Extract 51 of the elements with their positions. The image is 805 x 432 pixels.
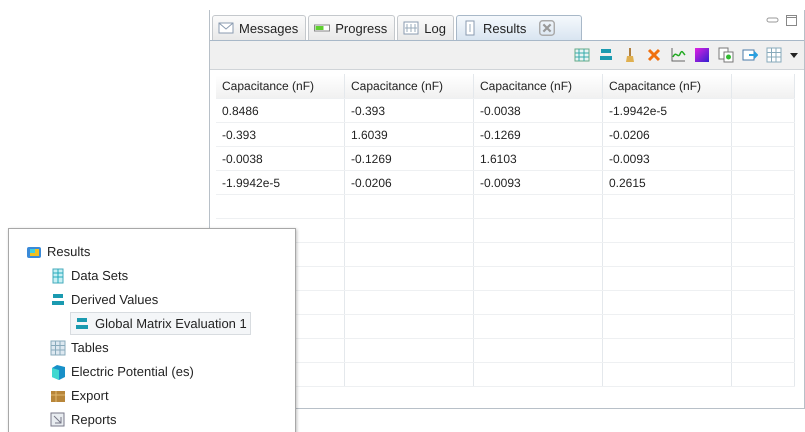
grid-icon[interactable] <box>766 47 782 63</box>
tree-item[interactable]: Data Sets <box>46 264 132 287</box>
export-icon[interactable] <box>742 47 758 63</box>
table-cell: -0.393 <box>344 98 474 122</box>
copy-icon[interactable] <box>718 47 734 63</box>
table-cell: -0.393 <box>216 122 344 146</box>
graph-icon[interactable] <box>670 47 686 63</box>
caret-icon[interactable] <box>790 52 798 58</box>
tree-item[interactable]: Derived Values <box>46 288 162 311</box>
table-cell: -0.0206 <box>602 122 732 146</box>
gradient-square-icon[interactable] <box>694 47 710 63</box>
tab[interactable]: Progress <box>308 15 396 40</box>
number-icon <box>74 316 90 332</box>
delete-icon[interactable] <box>646 47 662 63</box>
table-cell: -1.9942e-5 <box>216 170 344 194</box>
table-cell: -0.1269 <box>474 122 602 146</box>
column-header: Capacitance (nF) <box>602 74 732 98</box>
table-cell: 1.6039 <box>344 122 474 146</box>
number-icon[interactable] <box>598 47 614 63</box>
tree-item[interactable]: Tables <box>46 336 113 359</box>
column-header: Capacitance (nF) <box>474 74 602 98</box>
tree-item[interactable]: Export <box>46 384 113 407</box>
tab[interactable]: Results <box>456 15 582 40</box>
grid-icon <box>50 340 66 356</box>
table-icon <box>50 268 66 284</box>
tab[interactable]: Messages <box>212 15 306 40</box>
table-cell: -0.0038 <box>216 146 344 170</box>
tree-item[interactable]: Global Matrix Evaluation 1 <box>70 312 251 335</box>
table-cell: -0.0093 <box>474 170 602 194</box>
table-cell: 1.6103 <box>474 146 602 170</box>
column-header: Capacitance (nF) <box>344 74 474 98</box>
close-icon[interactable] <box>539 20 556 36</box>
tree-item[interactable]: Reports <box>46 408 121 431</box>
cube-icon <box>50 364 66 380</box>
log-icon <box>403 20 420 36</box>
table-cell: -0.0206 <box>344 170 474 194</box>
table-cell: -0.1269 <box>344 146 474 170</box>
tree-item[interactable]: Electric Potential (es) <box>46 360 198 383</box>
envelope-icon <box>218 20 234 36</box>
maximize-icon[interactable] <box>785 15 798 26</box>
number-icon <box>50 292 66 308</box>
table-cell: -1.9942e-5 <box>602 98 732 122</box>
tree-item[interactable]: Results <box>22 240 94 263</box>
column-header: Capacitance (nF) <box>216 74 344 98</box>
tab[interactable]: Log <box>397 15 454 40</box>
table-icon[interactable] <box>574 47 590 63</box>
table-cell: -0.0038 <box>474 98 602 122</box>
table-cell: -0.0093 <box>602 146 732 170</box>
table-cell: 0.8486 <box>216 98 344 122</box>
report-icon <box>50 412 66 428</box>
table-cell: 0.2615 <box>602 170 732 194</box>
